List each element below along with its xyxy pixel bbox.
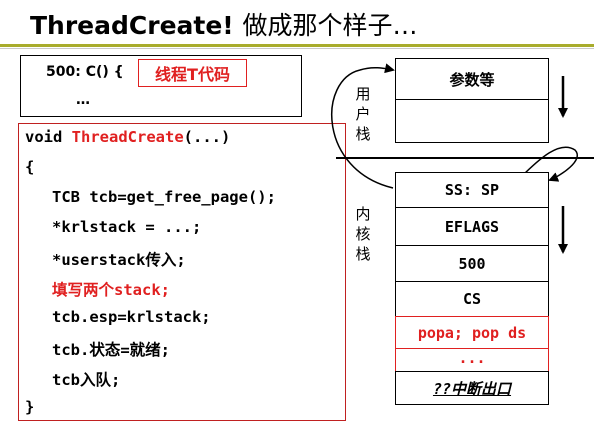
kernel-stack-cell-eflags: EFLAGS bbox=[395, 207, 549, 246]
kernel-stack-label-text: 内核栈 bbox=[355, 205, 371, 263]
user-stack-label: 用户栈 bbox=[354, 84, 372, 144]
user-stack-cell-empty bbox=[395, 99, 549, 143]
user-stack-label-text: 用户栈 bbox=[355, 85, 371, 143]
user-stack-cell-params: 参数等 bbox=[395, 58, 549, 100]
kernel-stack-cell-cs: CS bbox=[395, 281, 549, 317]
kernel-stack-cell-interrupt-exit: ??中断出口 bbox=[395, 371, 549, 405]
kernel-stack-cell-return-address: 500 bbox=[395, 245, 549, 282]
kernel-stack-cell-ellipsis: ... bbox=[395, 348, 549, 372]
kernel-stack-cell-ss-sp: SS: SP bbox=[395, 172, 549, 208]
kernel-stack-label: 内核栈 bbox=[354, 204, 372, 264]
kernel-stack-cell-popa: popa; pop ds bbox=[395, 316, 549, 349]
